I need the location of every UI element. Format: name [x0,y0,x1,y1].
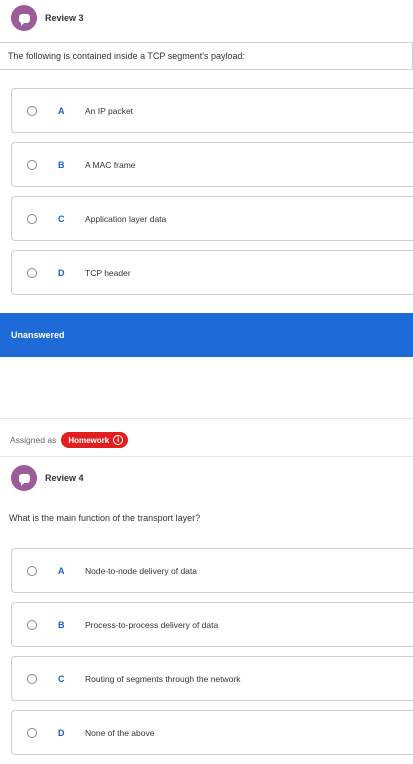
homework-badge: Homework i [61,432,129,448]
option-text: Application layer data [85,213,167,224]
question-text: What is the main function of the transpo… [9,513,201,523]
chat-bubble-icon [11,5,37,31]
chat-bubble-icon [11,465,37,491]
option-letter: D [58,267,65,278]
radio-button[interactable] [27,727,37,738]
option-letter: B [58,619,65,630]
option-text: An IP packet [85,105,134,116]
option-text: A MAC frame [85,159,136,170]
radio-button[interactable] [27,105,37,116]
radio-button[interactable] [27,159,37,170]
option-text: Routing of segments through the network [85,673,241,684]
status-text: Unanswered [11,330,65,340]
radio-button[interactable] [27,213,37,224]
option-text: None of the above [85,727,155,738]
answer-status-bar: Unanswered [0,313,413,357]
option-letter: C [58,673,65,684]
option-text: Node-to-node delivery of data [85,565,197,576]
answer-option-c[interactable]: C Routing of segments through the networ… [11,656,413,701]
section-divider [0,456,413,457]
review-4-header: Review 4 [0,465,84,491]
radio-button[interactable] [27,673,37,684]
review-title: Review 3 [45,13,84,23]
badge-label: Homework [68,435,110,445]
option-letter: A [58,105,65,116]
option-text: TCP header [85,267,131,278]
section-divider [0,418,413,419]
option-letter: D [58,727,65,738]
answer-option-a[interactable]: A An IP packet [11,88,413,133]
option-letter: C [58,213,65,224]
answer-option-d[interactable]: D TCP header [11,250,413,295]
answer-option-b[interactable]: B Process-to-process delivery of data [11,602,413,647]
answer-option-b[interactable]: B A MAC frame [11,142,413,187]
info-icon[interactable]: i [113,435,124,445]
radio-button[interactable] [27,267,37,278]
answer-option-a[interactable]: A Node-to-node delivery of data [11,548,413,593]
option-letter: A [58,565,65,576]
option-text: Process-to-process delivery of data [85,619,219,630]
answer-option-c[interactable]: C Application layer data [11,196,413,241]
question-text: The following is contained inside a TCP … [0,42,413,70]
assignment-row: Assigned as Homework i [10,432,129,448]
radio-button[interactable] [27,565,37,576]
answer-option-d[interactable]: D None of the above [11,710,413,755]
review-3-header: Review 3 [0,5,84,31]
review-title: Review 4 [45,473,84,483]
radio-button[interactable] [27,619,37,630]
assigned-label: Assigned as [10,435,57,445]
option-letter: B [58,159,65,170]
